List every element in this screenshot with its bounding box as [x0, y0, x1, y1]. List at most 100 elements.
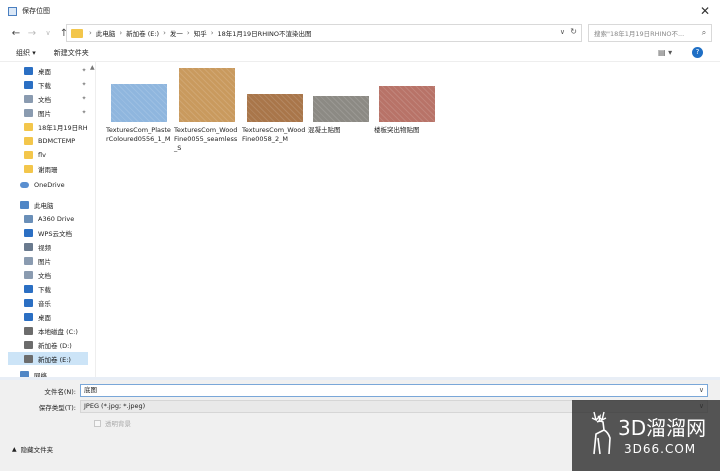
file-thumbnail	[247, 94, 303, 122]
pin-icon[interactable]: ✦	[80, 81, 88, 88]
file-name: 楼板突出物贴图	[374, 126, 420, 134]
folder-icon	[71, 28, 83, 38]
file-item[interactable]: 混凝土贴图	[308, 62, 374, 135]
transparent-background-option: 透明背景	[94, 418, 131, 428]
filename-value: 底图	[84, 386, 97, 394]
file-item[interactable]: TexturesCom_PlasterColoured0556_1_M	[106, 62, 172, 144]
breadcrumb-zhihu[interactable]: 知乎	[194, 28, 207, 38]
scroll-up-icon[interactable]: ▲	[90, 64, 95, 71]
address-bar[interactable]: › 此电脑 › 新加卷 (E:) › 发一 › 知乎 › 18年1月19日RHI…	[66, 24, 582, 42]
sidebar-item-pc[interactable]: 图片	[8, 254, 88, 267]
folder-icon	[24, 256, 33, 265]
folder-icon	[24, 108, 33, 117]
breadcrumb-drive-e[interactable]: 新加卷 (E:)	[126, 28, 159, 38]
refresh-icon[interactable]: ↻	[570, 27, 577, 36]
chevron-up-icon: ▲	[12, 445, 17, 453]
toolbar: 组织 ▾ 新建文件夹 ▤ ▾ ?	[0, 44, 720, 62]
file-name: TexturesCom_WoodFine0055_seamless_S	[174, 126, 238, 152]
folder-icon	[24, 242, 33, 251]
pin-icon[interactable]: ✦	[80, 95, 88, 102]
sidebar-item-pc[interactable]: 下载	[8, 282, 88, 295]
file-item[interactable]: TexturesCom_WoodFine0055_seamless_S	[174, 62, 240, 153]
folder-icon	[24, 312, 33, 321]
help-icon[interactable]: ?	[692, 47, 703, 58]
filename-dropdown-icon[interactable]: ∨	[699, 385, 704, 396]
file-thumbnail	[313, 96, 369, 122]
sidebar-item-pc[interactable]: A360 Drive	[8, 212, 88, 225]
sidebar-item-pc[interactable]: 本地磁盘 (C:)	[8, 324, 88, 337]
sidebar-item-quick[interactable]: BDMCTEMP	[8, 134, 88, 147]
transparent-background-checkbox[interactable]	[94, 419, 101, 427]
search-icon[interactable]: ⌕	[697, 28, 711, 38]
navigation-bar: ← → ∨ ↑ › 此电脑 › 新加卷 (E:) › 发一 › 知乎 › 18年…	[0, 22, 720, 44]
hide-folders-label: 隐藏文件夹	[20, 446, 54, 454]
file-thumbnail	[179, 68, 235, 122]
sidebar-item-quick[interactable]: 桌面 ✦	[8, 64, 88, 77]
file-name: TexturesCom_WoodFine0058_2_M	[242, 126, 306, 143]
watermark: 3D溜溜网 3D66.COM	[572, 400, 720, 471]
cloud-icon	[20, 181, 29, 188]
search-box[interactable]: 搜索"18年1月19日RHINO不... ⌕	[588, 24, 712, 42]
close-icon[interactable]: ✕	[698, 4, 712, 18]
navigation-pane[interactable]: ▲ 桌面 ✦ 下载 ✦ 文档 ✦ 图片 ✦ 18年1月19日RH BDMCTEMP flv 谢雨珊 O…	[8, 62, 96, 378]
sidebar-item-thispc[interactable]: 此电脑	[8, 198, 88, 211]
file-item[interactable]: 楼板突出物贴图	[374, 62, 440, 135]
app-icon	[8, 6, 17, 16]
file-list[interactable]: TexturesCom_PlasterColoured0556_1_M Textu…	[104, 62, 704, 378]
sidebar-item-quick[interactable]: flv	[8, 148, 88, 161]
transparent-background-label: 透明背景	[105, 420, 131, 428]
breadcrumb-current-folder[interactable]: 18年1月19日RHINO不渲染出图	[218, 28, 312, 38]
forward-arrow-icon[interactable]: →	[24, 28, 40, 39]
back-arrow-icon[interactable]: ←	[8, 28, 24, 39]
view-options-icon[interactable]: ▤ ▾	[658, 48, 672, 57]
breadcrumb-thispc[interactable]: 此电脑	[96, 28, 116, 38]
folder-icon	[24, 150, 33, 159]
sidebar-item-pc[interactable]: 桌面	[8, 310, 88, 323]
sidebar-item-quick[interactable]: 下载 ✦	[8, 78, 88, 91]
sidebar-item-pc[interactable]: 音乐	[8, 296, 88, 309]
recent-dropdown-icon[interactable]: ∨	[40, 29, 56, 37]
folder-icon	[24, 214, 33, 223]
sidebar-item-pc[interactable]: 新加卷 (D:)	[8, 338, 88, 351]
sidebar-item-pc[interactable]: 视频	[8, 240, 88, 253]
file-thumbnail	[379, 86, 435, 122]
sidebar-item-quick[interactable]: 图片 ✦	[8, 106, 88, 119]
sidebar-item-quick[interactable]: 18年1月19日RH	[8, 120, 88, 133]
search-input[interactable]: 搜索"18年1月19日RHINO不...	[594, 28, 697, 38]
watermark-text-cn: 3D溜溜网	[618, 416, 707, 440]
pin-icon[interactable]: ✦	[80, 67, 88, 74]
folder-icon	[24, 270, 33, 279]
file-name: 混凝土贴图	[308, 126, 341, 134]
sidebar-item-quick[interactable]: 文档 ✦	[8, 92, 88, 105]
folder-icon	[24, 284, 33, 293]
folder-icon	[24, 164, 33, 173]
folder-icon	[24, 298, 33, 307]
sidebar-item-pc[interactable]: WPS云文档	[8, 226, 88, 239]
filetype-label: 保存类型(T):	[38, 403, 76, 412]
title-bar: 保存位图 ✕	[0, 0, 720, 22]
sidebar-item-pc[interactable]: 文档	[8, 268, 88, 281]
folder-icon	[24, 80, 33, 89]
file-item[interactable]: TexturesCom_WoodFine0058_2_M	[242, 62, 308, 144]
folder-icon	[24, 94, 33, 103]
sidebar-item-onedrive[interactable]: OneDrive	[8, 178, 88, 191]
drive-icon	[24, 340, 33, 349]
address-dropdown-icon[interactable]: ∨	[560, 28, 565, 36]
window-title: 保存位图	[22, 7, 50, 15]
breadcrumb-fayi[interactable]: 发一	[170, 28, 183, 38]
folder-icon	[24, 66, 33, 75]
pin-icon[interactable]: ✦	[80, 109, 88, 116]
organize-button[interactable]: 组织 ▾	[16, 48, 36, 58]
folder-icon	[24, 228, 33, 237]
watermark-text-en: 3D66.COM	[624, 442, 697, 456]
new-folder-button[interactable]: 新建文件夹	[54, 48, 89, 58]
filetype-value: JPEG (*.jpg; *.jpeg)	[84, 402, 146, 410]
filename-field[interactable]: 底图 ∨	[80, 384, 708, 397]
hide-folders-toggle[interactable]: ▲ 隐藏文件夹	[12, 444, 54, 455]
folder-icon	[24, 136, 33, 145]
drive-icon	[24, 326, 33, 335]
sidebar-item-quick[interactable]: 谢雨珊	[8, 162, 88, 175]
deer-logo-icon	[591, 411, 611, 455]
sidebar-item-pc[interactable]: 新加卷 (E:)	[8, 352, 88, 365]
drive-icon	[24, 354, 33, 363]
